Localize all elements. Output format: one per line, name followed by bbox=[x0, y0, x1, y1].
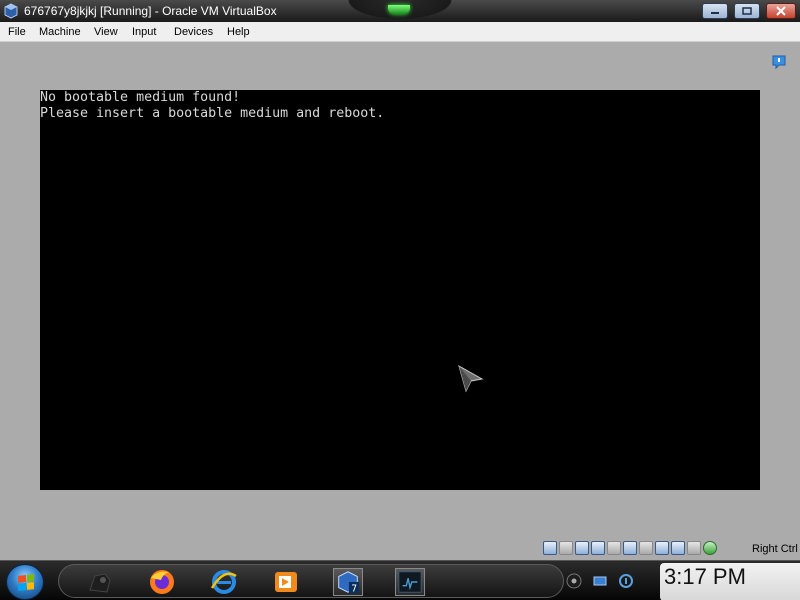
host-key-icon[interactable] bbox=[703, 541, 717, 555]
media-player-icon[interactable] bbox=[271, 568, 301, 596]
restore-icon bbox=[742, 7, 752, 15]
virtualbox-icon[interactable] bbox=[3, 3, 19, 19]
start-button[interactable] bbox=[6, 564, 44, 600]
host-key-label: Right Ctrl bbox=[752, 543, 798, 555]
close-button[interactable] bbox=[766, 3, 796, 19]
minimize-icon bbox=[711, 12, 719, 14]
title-bar-grip bbox=[340, 0, 460, 22]
console-line-1: No bootable medium found! bbox=[40, 90, 241, 105]
tray-media-icon[interactable] bbox=[566, 573, 582, 589]
minimize-button[interactable] bbox=[702, 3, 728, 19]
mouse-pointer-icon bbox=[458, 365, 484, 393]
menu-bar: File Machine View Input Devices Help bbox=[0, 22, 800, 42]
mouse-integration-icon[interactable] bbox=[687, 541, 701, 555]
clock-panel[interactable]: 3:17 PM bbox=[660, 563, 800, 600]
menu-devices[interactable]: Devices bbox=[174, 26, 213, 38]
tray-network-icon[interactable] bbox=[592, 573, 608, 589]
usb-icon[interactable] bbox=[607, 541, 621, 555]
menu-file[interactable]: File bbox=[8, 26, 26, 38]
tray-security-icon[interactable] bbox=[618, 573, 634, 589]
menu-help[interactable]: Help bbox=[227, 26, 250, 38]
internet-explorer-icon[interactable] bbox=[209, 568, 239, 596]
clock: 3:17 PM bbox=[664, 564, 746, 589]
taskbar: 7 3:17 PM bbox=[0, 560, 800, 600]
cpu-icon[interactable] bbox=[671, 541, 685, 555]
close-icon bbox=[776, 6, 786, 16]
audio-icon[interactable] bbox=[575, 541, 589, 555]
menu-view[interactable]: View bbox=[94, 26, 118, 38]
system-tray bbox=[566, 567, 634, 595]
network-icon[interactable] bbox=[591, 541, 605, 555]
title-bar[interactable]: 676767y8jkjkj [Running] - Oracle VM Virt… bbox=[0, 0, 800, 22]
shared-folders-icon[interactable] bbox=[623, 541, 637, 555]
svg-text:7: 7 bbox=[351, 583, 357, 594]
menu-machine[interactable]: Machine bbox=[39, 26, 81, 38]
virtualbox-taskbar-icon[interactable]: 7 bbox=[333, 568, 363, 596]
video-capture-icon[interactable] bbox=[655, 541, 669, 555]
notification-icon[interactable] bbox=[771, 54, 787, 70]
hard-disk-icon[interactable] bbox=[543, 541, 557, 555]
console-line-2: Please insert a bootable medium and rebo… bbox=[40, 106, 385, 121]
optical-drive-icon[interactable] bbox=[559, 541, 573, 555]
status-led-icon bbox=[388, 5, 410, 14]
steam-icon[interactable] bbox=[85, 568, 115, 596]
window-title: 676767y8jkjkj [Running] - Oracle VM Virt… bbox=[24, 4, 277, 18]
display-icon[interactable] bbox=[639, 541, 653, 555]
terminal-icon[interactable] bbox=[395, 568, 425, 596]
windows-logo-icon bbox=[18, 574, 34, 591]
status-icons bbox=[543, 541, 717, 557]
vm-status-bar: Right Ctrl bbox=[0, 538, 800, 560]
vm-screen[interactable]: No bootable medium found! Please insert … bbox=[40, 90, 760, 490]
maximize-button[interactable] bbox=[734, 3, 760, 19]
firefox-icon[interactable] bbox=[147, 568, 177, 596]
app-dock: 7 bbox=[58, 564, 564, 598]
console-output: No bootable medium found! Please insert … bbox=[40, 90, 384, 122]
menu-input[interactable]: Input bbox=[132, 26, 156, 38]
